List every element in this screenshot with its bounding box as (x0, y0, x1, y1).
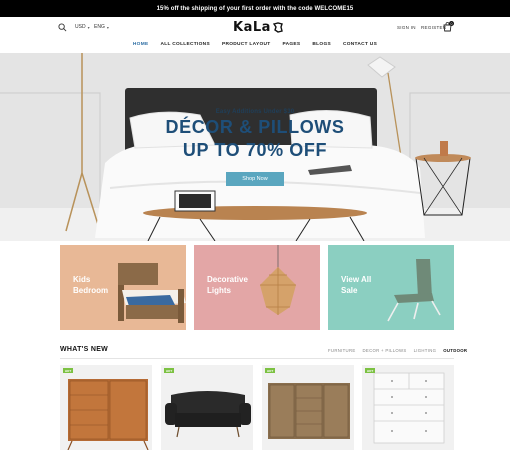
product-card-sideboard[interactable]: HOT (262, 365, 354, 450)
tab-lighting[interactable]: LIGHTING (414, 348, 437, 353)
nav-item-product-layout[interactable]: PRODUCT LAYOUT (222, 40, 271, 52)
language-selector[interactable]: ENG ▾ (94, 24, 109, 30)
hero-eyebrow: Easy Additions Under $30 (215, 109, 295, 115)
hot-badge: HOT (265, 368, 275, 373)
cart-count-badge: 0 (449, 21, 454, 26)
tab-outdoor[interactable]: OUTDOOR (443, 348, 467, 353)
language-label: ENG (94, 24, 105, 30)
hero-title-line1: DÉCOR & PILLOWS (165, 117, 345, 137)
product-card-dresser[interactable]: HOT (60, 365, 152, 450)
tab-decor-pillows[interactable]: DECOR + PILLOWS (363, 348, 407, 353)
hot-badge: HOT (365, 368, 375, 373)
hot-badge: HOT (164, 368, 174, 373)
chevron-down-icon: ▾ (106, 24, 109, 30)
logo-text: KaLa (233, 20, 271, 35)
nav-item-all-collections[interactable]: ALL COLLECTIONS (161, 40, 210, 52)
hero-title-line2: UP TO 70% OFF (182, 140, 328, 160)
shop-now-button[interactable]: Shop Now (226, 172, 284, 186)
nav-item-contact-us[interactable]: CONTACT US (343, 40, 377, 52)
chevron-down-icon: ▾ (87, 24, 90, 30)
currency-selector[interactable]: USD ▾ (75, 24, 90, 30)
nav-item-blogs[interactable]: BLOGS (312, 40, 331, 52)
announcement-text: 15% off the shipping of your first order… (156, 5, 354, 12)
main-nav: HOME ALL COLLECTIONS PRODUCT LAYOUT PAGE… (0, 40, 510, 52)
currency-label: USD (75, 24, 86, 30)
nav-item-pages[interactable]: PAGES (282, 40, 300, 52)
product-image-wood-dresser (67, 379, 149, 450)
whats-new-title: WHAT'S NEW (60, 346, 109, 353)
product-card-sofa[interactable]: HOT (161, 365, 253, 450)
product-card-white-chest[interactable]: HOT (362, 365, 454, 450)
tile-label-decorative-lights: Decorative Lights (207, 275, 248, 295)
product-image-white-chest (373, 372, 445, 444)
tile-view-all-sale[interactable]: View All Sale (328, 245, 454, 330)
sign-in-link[interactable]: SIGN IN (397, 25, 416, 30)
nav-item-home[interactable]: HOME (133, 40, 149, 52)
tab-furniture[interactable]: FURNITURE (328, 348, 356, 353)
tile-decorative-lights[interactable]: Decorative Lights (194, 245, 320, 330)
site-header: USD ▾ ENG ▾ KaLa SIGN IN REGISTER 0 (0, 17, 510, 39)
hero-banner: Easy Additions Under $30 DÉCOR & PILLOWS… (0, 53, 510, 241)
announcement-bar: 15% off the shipping of your first order… (0, 0, 510, 17)
product-image-sideboard (268, 383, 350, 439)
section-divider (60, 358, 454, 359)
tile-label-kids-bedroom: Kids Bedroom (73, 275, 109, 295)
logo-mark-icon (272, 22, 283, 33)
search-icon[interactable] (58, 23, 67, 32)
hero-text-block: Easy Additions Under $30 DÉCOR & PILLOWS… (0, 109, 510, 161)
tile-label-view-all-sale: View All Sale (341, 275, 372, 295)
site-logo[interactable]: KaLa (233, 20, 283, 35)
hot-badge: HOT (63, 368, 73, 373)
whats-new-tabs: FURNITURE DECOR + PILLOWS LIGHTING OUTDO… (328, 348, 467, 353)
tile-kids-bedroom[interactable]: Kids Bedroom (60, 245, 186, 330)
product-image-black-sofa (165, 391, 251, 438)
